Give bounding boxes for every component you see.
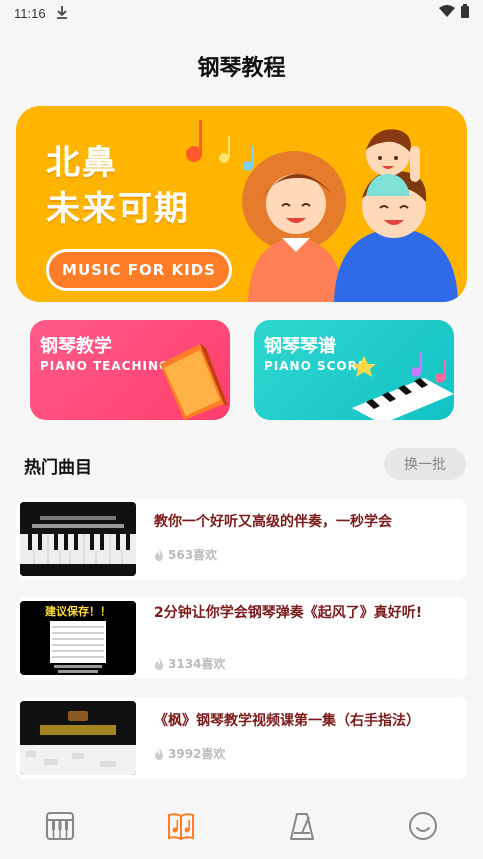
download-icon: [56, 5, 68, 22]
flame-icon: [155, 548, 163, 561]
song-likes-count: 3134喜欢: [168, 657, 226, 671]
song-thumbnail: [20, 502, 136, 576]
song-likes-count: 563喜欢: [168, 548, 218, 562]
metronome-icon: [289, 813, 314, 840]
bottom-navigation: [0, 793, 483, 859]
piano-score-title: 钢琴琴谱: [264, 336, 336, 357]
family-illustration: [186, 120, 458, 302]
flame-icon: [155, 747, 163, 760]
song-list-item[interactable]: 教你一个好听又高级的伴奏，一秒学会 563喜欢: [16, 498, 467, 580]
nav-metronome[interactable]: [272, 801, 332, 851]
song-title: 《枫》钢琴教学视频课第一集（右手指法）: [154, 713, 420, 729]
page-title: 钢琴教程: [197, 56, 286, 81]
song-thumbnail: 建议保存！！: [20, 601, 136, 675]
piano-icon: [46, 812, 75, 840]
flame-icon: [155, 657, 163, 670]
piano-teaching-card[interactable]: 钢琴教学 PIANO TEACHING: [30, 320, 230, 420]
book-icon: [160, 344, 228, 420]
song-thumbnail: [20, 701, 136, 775]
hero-banner[interactable]: 北鼻 未来可期 MUSIC FOR KIDS: [16, 106, 467, 302]
song-list-item[interactable]: 《枫》钢琴教学视频课第一集（右手指法） 3992喜欢: [16, 697, 467, 779]
nav-piano[interactable]: [30, 801, 90, 851]
song-likes-count: 3992喜欢: [168, 747, 226, 761]
smiley-icon: [408, 812, 437, 840]
status-bar: 11:16: [0, 0, 483, 26]
hot-songs-title: 热门曲目: [24, 458, 92, 478]
refresh-button[interactable]: 换一批: [384, 448, 466, 480]
nav-profile[interactable]: [393, 801, 453, 851]
song-list-item[interactable]: 建议保存！！ 2分钟让你学会钢琴弹奏《起风了》真好听! 3134喜欢: [16, 597, 467, 679]
nav-sheet-music[interactable]: [151, 801, 211, 851]
thumb-caption: 建议保存！！: [45, 604, 111, 618]
song-title: 2分钟让你学会钢琴弹奏《起风了》真好听!: [154, 605, 423, 621]
piano-teaching-title: 钢琴教学: [40, 336, 112, 357]
battery-icon: [461, 4, 469, 22]
piano-score-card[interactable]: 钢琴琴谱 PIANO SCORE: [254, 320, 454, 420]
status-time: 11:16: [14, 5, 46, 21]
song-likes: 563喜欢: [154, 546, 217, 563]
song-likes: 3134喜欢: [154, 655, 225, 672]
music-book-icon: [168, 813, 195, 841]
keyboard-icon: [352, 352, 454, 420]
wifi-icon: [439, 5, 455, 21]
song-likes: 3992喜欢: [154, 745, 225, 762]
song-title: 教你一个好听又高级的伴奏，一秒学会: [154, 514, 392, 530]
